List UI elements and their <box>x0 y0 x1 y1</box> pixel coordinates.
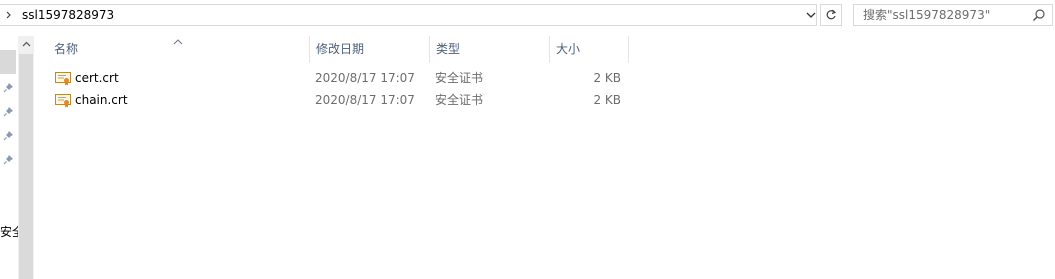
file-type: 安全证书 <box>435 93 484 107</box>
address-path[interactable]: ssl1597828973 <box>22 8 114 23</box>
nav-item-label[interactable]: 安全 <box>0 225 18 239</box>
nav-selected-item[interactable] <box>0 50 16 74</box>
file-name[interactable]: cert.crt <box>75 71 119 85</box>
file-type: 安全证书 <box>435 71 484 85</box>
pin-icon[interactable] <box>3 130 14 141</box>
scroll-up-icon[interactable] <box>18 36 34 52</box>
pin-icon[interactable] <box>3 154 14 165</box>
column-header-size[interactable]: 大小 <box>550 36 629 63</box>
certificate-file-icon <box>55 93 71 108</box>
address-dropdown-icon[interactable] <box>803 4 819 26</box>
file-date: 2020/8/17 17:07 <box>315 71 415 85</box>
column-header-name[interactable]: 名称 <box>48 36 310 63</box>
refresh-icon <box>826 9 837 20</box>
address-toolbar: ssl1597828973 搜索"ssl1597828973" <box>0 0 1055 30</box>
column-header-date[interactable]: 修改日期 <box>310 36 430 63</box>
column-headers: 名称 修改日期 类型 大小 <box>34 36 1055 63</box>
search-box[interactable]: 搜索"ssl1597828973" <box>853 4 1053 26</box>
column-header-type-label: 类型 <box>436 42 461 56</box>
pin-icon[interactable] <box>3 82 14 93</box>
navigation-pane: 安全 <box>0 36 18 279</box>
file-row[interactable]: chain.crt 2020/8/17 17:07 安全证书 2 KB <box>49 89 639 111</box>
search-input[interactable]: 搜索"ssl1597828973" <box>863 8 990 23</box>
file-date: 2020/8/17 17:07 <box>315 93 415 107</box>
address-bar[interactable]: ssl1597828973 <box>0 4 817 26</box>
file-name[interactable]: chain.crt <box>75 93 128 107</box>
column-header-size-label: 大小 <box>556 42 581 56</box>
column-header-date-label: 修改日期 <box>316 42 365 56</box>
file-size: 2 KB <box>593 71 621 85</box>
certificate-file-icon <box>55 71 71 86</box>
refresh-button[interactable] <box>820 4 842 26</box>
chevron-right-icon[interactable] <box>5 7 15 23</box>
file-size: 2 KB <box>593 93 621 107</box>
pin-icon[interactable] <box>3 106 14 117</box>
column-header-name-label: 名称 <box>54 42 79 56</box>
search-icon[interactable] <box>1032 8 1046 22</box>
scrollbar-thumb[interactable] <box>19 54 33 279</box>
vertical-scrollbar[interactable] <box>18 36 34 279</box>
column-header-type[interactable]: 类型 <box>430 36 550 63</box>
file-row[interactable]: cert.crt 2020/8/17 17:07 安全证书 2 KB <box>49 67 639 89</box>
